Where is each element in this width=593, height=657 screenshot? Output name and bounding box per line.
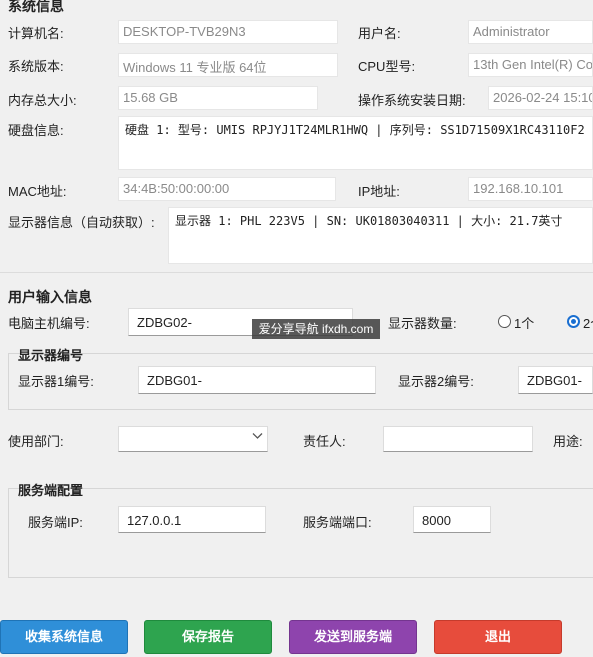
server-ip-input[interactable]: 127.0.0.1 [118, 506, 266, 533]
username-field[interactable]: Administrator [468, 20, 593, 44]
server-config-title: 服务端配置 [18, 483, 84, 498]
owner-label: 责任人: [303, 434, 346, 449]
monitor-count-option-1[interactable]: 1个 [514, 313, 534, 332]
server-config-group [8, 488, 593, 578]
server-port-input[interactable]: 8000 [413, 506, 491, 533]
memory-label: 内存总大小: [8, 93, 77, 108]
department-select[interactable] [118, 426, 268, 452]
mac-field[interactable]: 34:4B:50:00:00:00 [118, 177, 336, 201]
ip-label: IP地址: [358, 184, 400, 199]
chevron-down-icon[interactable] [252, 430, 263, 444]
monitor1-label: 显示器1编号: [18, 374, 94, 389]
install-date-label: 操作系统安装日期: [358, 93, 466, 108]
monitor-info-label: 显示器信息（自动获取）: [8, 215, 155, 230]
os-version-label: 系统版本: [8, 59, 64, 74]
host-id-label: 电脑主机编号: [8, 316, 90, 331]
cpu-label: CPU型号: [358, 59, 416, 74]
monitor2-label: 显示器2编号: [398, 374, 474, 389]
department-label: 使用部门: [8, 434, 64, 449]
save-report-button[interactable]: 保存报告 [144, 620, 272, 654]
section-divider [0, 272, 593, 273]
server-ip-label: 服务端IP: [28, 515, 83, 530]
monitor-info-textarea[interactable]: 显示器 1: PHL 223V5 | SN: UK01803040311 | 大… [168, 207, 593, 264]
monitor-count-radio-1[interactable] [498, 315, 511, 328]
server-port-label: 服务端端口: [303, 515, 372, 530]
os-version-field[interactable]: Windows 11 专业版 64位 [118, 53, 338, 77]
ip-field[interactable]: 192.168.10.101 [468, 177, 593, 201]
monitor1-input[interactable]: ZDBG01- [138, 366, 376, 394]
username-label: 用户名: [358, 26, 401, 41]
monitor-ids-title: 显示器编号 [18, 348, 84, 363]
watermark-overlay: 爱分享导航 ifxdh.com [252, 319, 380, 339]
send-to-server-button[interactable]: 发送到服务端 [289, 620, 417, 654]
monitor-count-label: 显示器数量: [388, 316, 457, 331]
computer-name-field[interactable]: DESKTOP-TVB29N3 [118, 20, 338, 44]
disk-textarea[interactable]: 硬盘 1: 型号: UMIS RPJYJ1T24MLR1HWQ | 序列号: S… [118, 116, 593, 170]
collect-info-button[interactable]: 收集系统信息 [0, 620, 128, 654]
monitor2-input[interactable]: ZDBG01- [518, 366, 593, 394]
exit-button[interactable]: 退出 [434, 620, 562, 654]
system-info-title: 系统信息 [8, 0, 64, 14]
cpu-field[interactable]: 13th Gen Intel(R) Core [468, 53, 593, 77]
monitor-count-option-2[interactable]: 2个 [583, 313, 593, 332]
purpose-label: 用途: [553, 434, 583, 449]
memory-field[interactable]: 15.68 GB [118, 86, 318, 110]
monitor-count-radio-2[interactable] [567, 315, 580, 328]
owner-input[interactable] [383, 426, 533, 452]
computer-name-label: 计算机名: [8, 26, 64, 41]
install-date-field[interactable]: 2026-02-24 15:10 [488, 86, 593, 110]
disk-label: 硬盘信息: [8, 123, 64, 138]
user-input-title: 用户输入信息 [8, 289, 92, 305]
mac-label: MAC地址: [8, 184, 67, 199]
